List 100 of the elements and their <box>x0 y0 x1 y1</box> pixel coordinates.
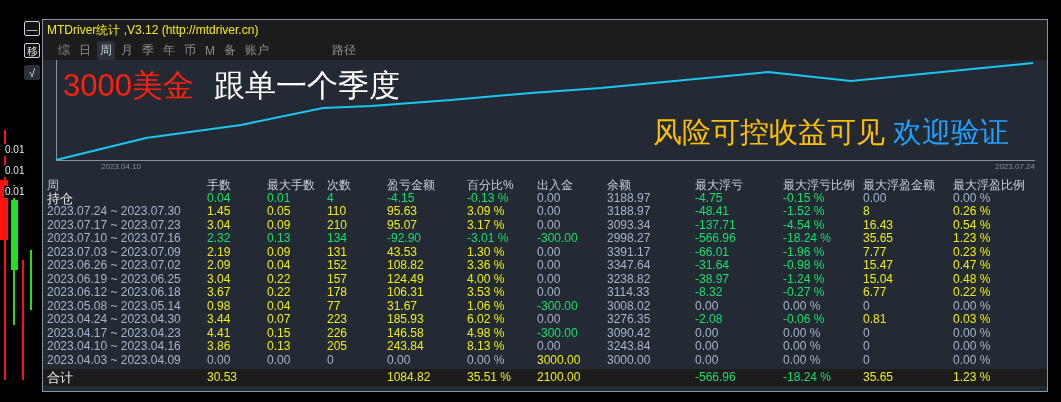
table-cell: -300.00 <box>537 299 578 313</box>
table-cell: -92.90 <box>387 232 422 246</box>
table-cell: 0.03 % <box>953 313 991 327</box>
table-cell: 2023.07.10 ~ 2023.07.16 <box>47 232 181 246</box>
table-cell: 2023.06.12 ~ 2023.06.18 <box>47 286 181 300</box>
table-cell: 0.00 <box>537 272 561 286</box>
table-cell: 0.13 <box>267 340 291 354</box>
table-cell: 1.23 % <box>953 232 991 246</box>
table-cell: 0.26 % <box>953 205 991 219</box>
table-cell: 243.84 <box>387 340 424 354</box>
table-cell: 0.00 % <box>783 340 821 354</box>
table-cell: 0 <box>863 299 870 313</box>
column-header: 最大浮盈金额 <box>863 177 936 193</box>
column-header: 最大浮盈比例 <box>953 177 1026 193</box>
table-cell: 0.00 <box>863 191 887 205</box>
table-cell: 7.77 <box>863 245 887 259</box>
column-header: 出入金 <box>537 177 574 193</box>
table-cell: 0.00 <box>537 205 561 219</box>
side-button[interactable]: 移 <box>24 43 40 58</box>
table-cell: 35.51 % <box>467 371 512 384</box>
table-cell: 持仓 <box>47 191 73 205</box>
table-cell: 0.00 <box>537 191 561 205</box>
column-header: 次数 <box>327 177 352 193</box>
table-cell: 0.00 % <box>467 353 505 367</box>
column-header: 百分比% <box>467 177 515 193</box>
side-button[interactable]: √ <box>24 65 40 80</box>
table-cell: -0.06 % <box>783 313 825 327</box>
table-cell: 0.15 <box>267 326 291 340</box>
tab[interactable]: 路径 <box>329 41 359 60</box>
tab[interactable]: M <box>202 42 218 59</box>
table-cell: -566.96 <box>695 232 736 246</box>
table-cell: 15.47 <box>863 259 894 273</box>
table-cell: 2023.04.17 ~ 2023.04.23 <box>47 326 181 340</box>
tab[interactable]: 月 <box>118 41 136 60</box>
table-cell: 3391.17 <box>607 245 651 259</box>
table-cell: 2023.04.10 ~ 2023.04.16 <box>47 340 181 354</box>
axis-date: 2023.04.10 <box>101 162 142 172</box>
table-cell: 0.09 <box>267 245 291 259</box>
table-cell: -4.75 <box>695 191 723 205</box>
table-cell: 3000.00 <box>537 353 581 367</box>
table-cell: 0.04 <box>267 299 291 313</box>
table-cell: -1.24 % <box>783 272 825 286</box>
tab[interactable]: 周 <box>97 41 115 60</box>
table-cell: 0.81 <box>863 313 887 327</box>
table-cell: -38.97 <box>695 272 730 286</box>
table-cell: 205 <box>327 340 348 354</box>
table-cell: 0.00 % <box>783 353 821 367</box>
table-cell: 16.43 <box>863 218 894 232</box>
table-cell: 3.67 <box>207 286 231 300</box>
tab[interactable]: 综 <box>55 41 73 60</box>
table-cell: 4.00 % <box>467 272 505 286</box>
table-cell: 1084.82 <box>387 371 431 384</box>
price-label: 0.01 <box>4 186 26 198</box>
table-cell: 3188.97 <box>607 191 651 205</box>
side-button[interactable]: — <box>24 21 40 36</box>
table-cell: 3243.84 <box>607 340 651 354</box>
table-cell: 0.00 <box>695 299 719 313</box>
table-cell: -18.24 % <box>783 371 832 384</box>
axis-date: 2023.07.24 <box>994 162 1035 172</box>
table-cell: -0.15 % <box>783 191 825 205</box>
window-title: MTDriver统计 ,V3.12 (http://mtdriver.cn) <box>47 22 259 39</box>
table-cell: 1.06 % <box>467 299 505 313</box>
table-cell: 0.00 <box>267 353 291 367</box>
table-cell: 2998.27 <box>607 232 651 246</box>
table-cell: -0.13 % <box>467 191 509 205</box>
column-header: 周 <box>47 177 59 192</box>
tab[interactable]: 日 <box>76 41 94 60</box>
tab[interactable]: 备 <box>221 41 239 60</box>
table-cell: 3.44 <box>207 313 231 327</box>
table-cell: 2023.04.24 ~ 2023.04.30 <box>47 313 181 327</box>
table-cell: 2023.06.19 ~ 2023.06.25 <box>47 272 181 286</box>
headline-text: 跟单一个季度 <box>213 68 400 104</box>
table-cell: 0.00 % <box>953 299 991 313</box>
table-cell: 152 <box>327 259 348 273</box>
table-cell: 0 <box>327 353 334 367</box>
tab[interactable]: 年 <box>160 41 178 60</box>
table-cell: 1.30 % <box>467 245 505 259</box>
table-cell: 2023.07.03 ~ 2023.07.09 <box>47 245 181 259</box>
tab[interactable]: 账户 <box>242 41 272 60</box>
table-cell: 0.13 <box>267 232 291 246</box>
table-cell: 3.04 <box>207 218 231 232</box>
table-cell: 0.00 % <box>783 326 821 340</box>
table-cell: 95.63 <box>387 205 418 219</box>
table-cell: 0.00 % <box>953 191 991 205</box>
table-cell: -1.96 % <box>783 245 825 259</box>
table-cell: -0.98 % <box>783 259 825 273</box>
table-cell: 0.23 % <box>953 245 991 259</box>
column-header: 最大浮亏比例 <box>783 177 856 193</box>
table-cell: -31.64 <box>695 259 730 273</box>
tab[interactable]: 币 <box>181 41 199 60</box>
table-cell: 0.22 <box>267 272 291 286</box>
tab[interactable]: 季 <box>139 41 157 60</box>
table-cell: 2023.05.08 ~ 2023.05.14 <box>47 299 181 313</box>
table-cell: 0.00 <box>695 353 719 367</box>
table-cell: 0.00 <box>537 340 561 354</box>
table-cell: 0.00 <box>537 245 561 259</box>
price-label: 0.01 <box>4 165 26 177</box>
table-cell: 3000.00 <box>607 353 651 367</box>
table-cell: 0.00 <box>537 259 561 273</box>
table-cell: -4.15 <box>387 191 415 205</box>
